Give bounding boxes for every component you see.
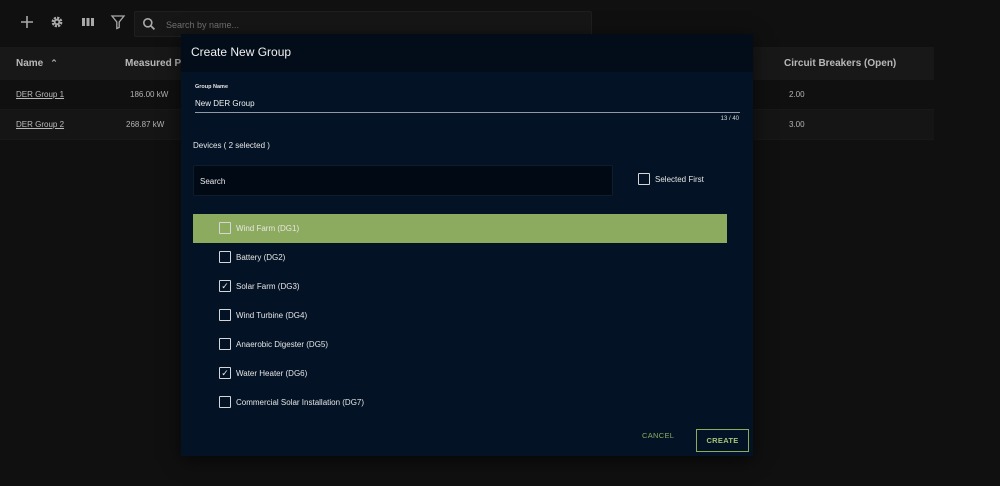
dialog-title: Create New Group (191, 45, 292, 59)
device-label: Water Heater (DG6) (236, 369, 308, 378)
device-checkbox-checked[interactable]: ✓ (219, 367, 231, 379)
device-search-input[interactable] (198, 172, 602, 190)
device-label: Anaerobic Digester (DG5) (236, 340, 329, 349)
character-counter: 13 / 40 (720, 116, 739, 122)
group-name-label: Group Name (195, 84, 229, 90)
device-label: Battery (DG2) (236, 253, 286, 262)
device-label: Commercial Solar Installation (DG7) (236, 398, 365, 407)
device-checkbox[interactable] (219, 222, 231, 234)
device-label: Wind Turbine (DG4) (236, 311, 308, 320)
device-list: Wind Farm (DG1) Battery (DG2) ✓ Solar Farm … (193, 214, 727, 417)
selected-first-label: Selected First (655, 175, 704, 184)
device-list-item[interactable]: Battery (DG2) (193, 243, 727, 272)
group-name-underline (195, 112, 740, 113)
device-list-item[interactable]: ✓ Water Heater (DG6) (193, 359, 727, 388)
devices-heading: Devices ( 2 selected ) (193, 141, 270, 150)
device-list-item[interactable]: Anaerobic Digester (DG5) (193, 330, 727, 359)
device-list-item[interactable]: ✓ Solar Farm (DG3) (193, 272, 727, 301)
device-checkbox[interactable] (219, 251, 231, 263)
device-list-item[interactable]: Wind Farm (DG1) (193, 214, 727, 243)
selected-first-checkbox[interactable] (638, 173, 650, 185)
device-checkbox[interactable] (219, 396, 231, 408)
device-list-item[interactable]: Wind Turbine (DG4) (193, 301, 727, 330)
cancel-button[interactable]: CANCEL (642, 431, 674, 440)
device-label: Wind Farm (DG1) (236, 224, 300, 233)
device-search-box[interactable] (193, 165, 613, 196)
device-checkbox-checked[interactable]: ✓ (219, 280, 231, 292)
create-button[interactable]: CREATE (696, 429, 749, 452)
device-checkbox[interactable] (219, 338, 231, 350)
device-list-item[interactable]: Commercial Solar Installation (DG7) (193, 388, 727, 417)
create-group-dialog: Create New Group Group Name New DER Grou… (181, 34, 753, 456)
group-name-field[interactable]: New DER Group (195, 99, 255, 108)
device-label: Solar Farm (DG3) (236, 282, 300, 291)
dialog-header: Create New Group (181, 34, 753, 72)
device-checkbox[interactable] (219, 309, 231, 321)
